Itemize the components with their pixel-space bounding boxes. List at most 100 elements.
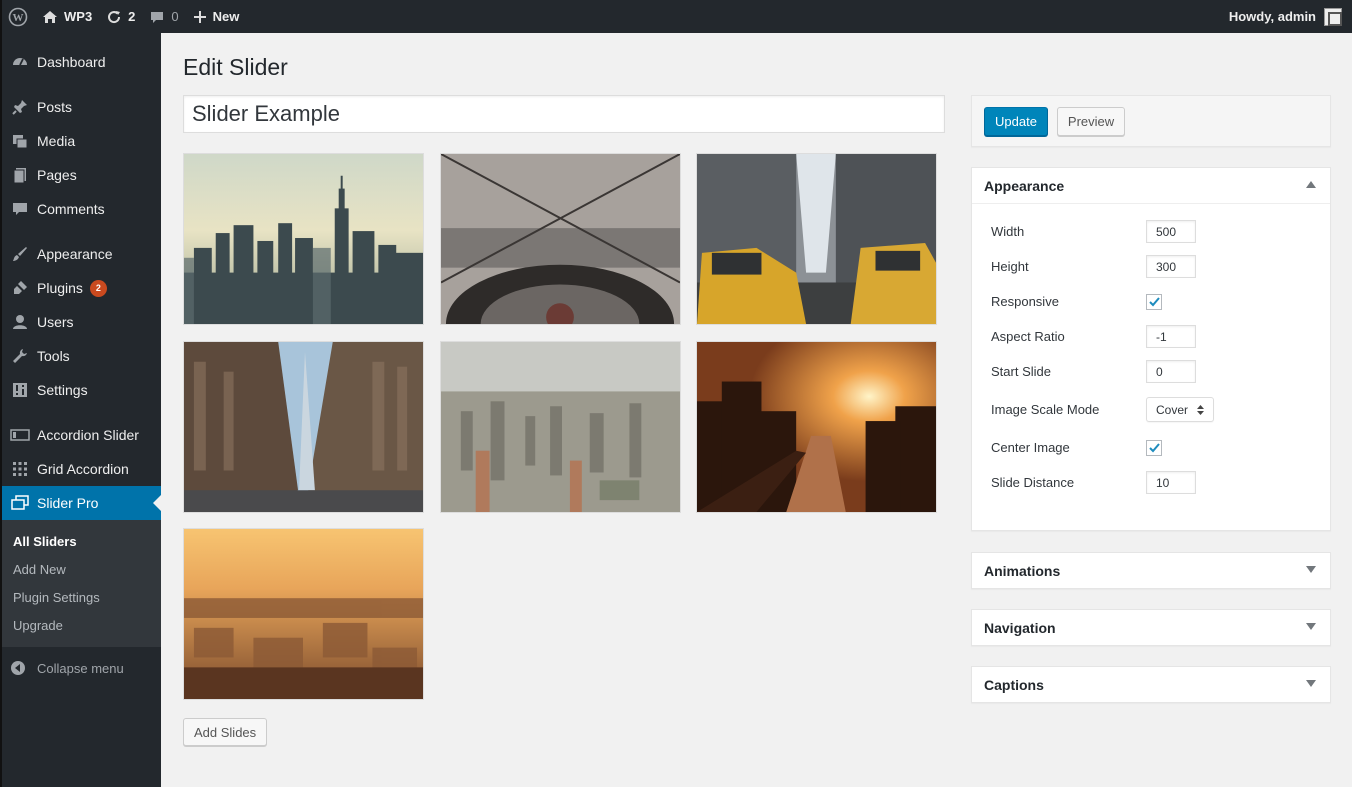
- sidebar-item-settings[interactable]: Settings: [0, 373, 161, 407]
- field-label: Image Scale Mode: [991, 402, 1100, 417]
- sidebar-item-label: Pages: [37, 167, 77, 183]
- city-skyline-image: [184, 154, 423, 324]
- pin-icon: [10, 97, 30, 117]
- slide-thumbnail-3[interactable]: [696, 153, 937, 325]
- field-label: Responsive: [991, 294, 1059, 309]
- sidebar-item-media[interactable]: Media: [0, 124, 161, 158]
- aspect-ratio-input[interactable]: -1: [1146, 325, 1196, 348]
- animations-panel[interactable]: Animations: [971, 552, 1331, 589]
- sidebar-item-label: Slider Pro: [37, 495, 99, 511]
- sidebar-item-label: Posts: [37, 99, 73, 115]
- new-label: New: [212, 9, 240, 24]
- checkmark-icon: [1148, 297, 1160, 307]
- refresh-icon: [108, 10, 121, 23]
- field-label: Width: [991, 224, 1025, 239]
- expand-down-arrow-icon[interactable]: [1306, 623, 1316, 630]
- responsive-checkbox[interactable]: [1146, 293, 1162, 310]
- sidebar-item-label: Tools: [37, 348, 70, 364]
- window-edge: [0, 0, 2, 787]
- pages-icon: [10, 165, 30, 185]
- comment-bubble-icon: [151, 11, 164, 23]
- captions-panel-header[interactable]: Captions: [972, 667, 1330, 702]
- field-slide-distance: Slide Distance 10: [991, 465, 1311, 500]
- navigation-panel[interactable]: Navigation: [971, 609, 1331, 646]
- center-image-checkbox[interactable]: [1146, 439, 1162, 456]
- sidebar-item-label: Media: [37, 133, 76, 149]
- taxi-street-image: [697, 154, 936, 324]
- site-name-link[interactable]: WP3: [35, 0, 99, 33]
- plugins-update-badge: 2: [89, 279, 107, 297]
- expand-down-arrow-icon[interactable]: [1306, 680, 1316, 687]
- field-center-image: Center Image: [991, 430, 1311, 465]
- sidebar-item-posts[interactable]: Posts: [0, 90, 161, 124]
- slide-thumbnail-4[interactable]: [183, 341, 424, 513]
- sidebar-item-pages[interactable]: Pages: [0, 158, 161, 192]
- animations-panel-title: Animations: [984, 562, 1061, 579]
- dashboard-icon: [10, 52, 30, 72]
- page-title: Edit Slider: [183, 54, 288, 80]
- start-slide-input[interactable]: 0: [1146, 360, 1196, 383]
- width-input[interactable]: 500: [1146, 220, 1196, 243]
- slider-name-input[interactable]: Slider Example: [183, 95, 945, 133]
- sidebar-item-tools[interactable]: Tools: [0, 339, 161, 373]
- sidebar-item-users[interactable]: Users: [0, 305, 161, 339]
- appearance-panel-header[interactable]: Appearance: [972, 168, 1330, 203]
- settings-icon: [10, 380, 30, 400]
- grid-icon: [10, 459, 30, 479]
- appearance-panel: Appearance Width 500 Height 300 Responsi…: [971, 167, 1331, 531]
- observation-deck-image: [441, 154, 680, 324]
- field-image-scale-mode: Image Scale Mode Cover: [991, 389, 1311, 430]
- collapse-menu-button[interactable]: Collapse menu: [0, 651, 161, 685]
- account-greeting[interactable]: Howdy, admin: [1229, 9, 1316, 24]
- sidebar-item-dashboard[interactable]: Dashboard: [0, 45, 161, 79]
- slide-distance-input[interactable]: 10: [1146, 471, 1196, 494]
- new-content-link[interactable]: New: [186, 0, 247, 33]
- brush-icon: [10, 244, 30, 264]
- avatar[interactable]: [1324, 7, 1342, 26]
- collapse-menu-label: Collapse menu: [37, 660, 124, 676]
- sidebar-item-label: Appearance: [37, 246, 113, 262]
- sidebar-item-plugins[interactable]: Plugins 2: [0, 271, 161, 305]
- height-input[interactable]: 300: [1146, 255, 1196, 278]
- submenu-upgrade[interactable]: Upgrade: [0, 611, 161, 639]
- submenu-plugin-settings[interactable]: Plugin Settings: [0, 583, 161, 611]
- sidebar-item-accordion-slider[interactable]: Accordion Slider: [0, 418, 161, 452]
- slide-thumbnail-7[interactable]: [183, 528, 424, 700]
- field-width: Width 500: [991, 214, 1311, 249]
- wordpress-icon: W: [8, 7, 28, 26]
- preview-button[interactable]: Preview: [1056, 107, 1126, 136]
- slide-thumbnail-2[interactable]: [440, 153, 681, 325]
- sidebar-item-label: Grid Accordion: [37, 461, 129, 477]
- slide-thumbnail-5[interactable]: [440, 341, 681, 513]
- image-scale-mode-select[interactable]: Cover: [1146, 397, 1214, 422]
- expand-down-arrow-icon[interactable]: [1306, 566, 1316, 573]
- admin-bar: W WP3 2 0 New Howdy, admin: [0, 0, 1352, 33]
- slider-pro-submenu: All Sliders Add New Plugin Settings Upgr…: [0, 520, 161, 647]
- submenu-all-sliders[interactable]: All Sliders: [0, 527, 161, 555]
- update-button[interactable]: Update: [984, 107, 1048, 136]
- user-icon: [10, 312, 30, 332]
- captions-panel[interactable]: Captions: [971, 666, 1331, 703]
- sidebar-item-label: Comments: [37, 201, 105, 217]
- submenu-add-new[interactable]: Add New: [0, 555, 161, 583]
- comments-link[interactable]: 0: [142, 0, 185, 33]
- sidebar-item-appearance[interactable]: Appearance: [0, 237, 161, 271]
- comments-count: 0: [171, 9, 179, 24]
- sidebar-item-grid-accordion[interactable]: Grid Accordion: [0, 452, 161, 486]
- animations-panel-header[interactable]: Animations: [972, 553, 1330, 588]
- slide-thumbnail-1[interactable]: [183, 153, 424, 325]
- checkmark-icon: [1148, 443, 1160, 453]
- wordpress-logo-button[interactable]: W: [0, 0, 35, 33]
- sidebar-item-slider-pro[interactable]: Slider Pro: [0, 486, 161, 520]
- sidebar-item-label: Dashboard: [37, 54, 106, 70]
- collapse-up-arrow-icon[interactable]: [1306, 181, 1316, 188]
- collapse-arrow-icon: [10, 658, 30, 678]
- site-name: WP3: [64, 9, 93, 24]
- selected-option: Cover: [1156, 402, 1189, 417]
- sidebar-item-label: Users: [37, 314, 74, 330]
- add-slides-button[interactable]: Add Slides: [183, 718, 268, 746]
- updates-link[interactable]: 2: [99, 0, 142, 33]
- navigation-panel-header[interactable]: Navigation: [972, 610, 1330, 645]
- slide-thumbnail-6[interactable]: [696, 341, 937, 513]
- sidebar-item-comments[interactable]: Comments: [0, 192, 161, 226]
